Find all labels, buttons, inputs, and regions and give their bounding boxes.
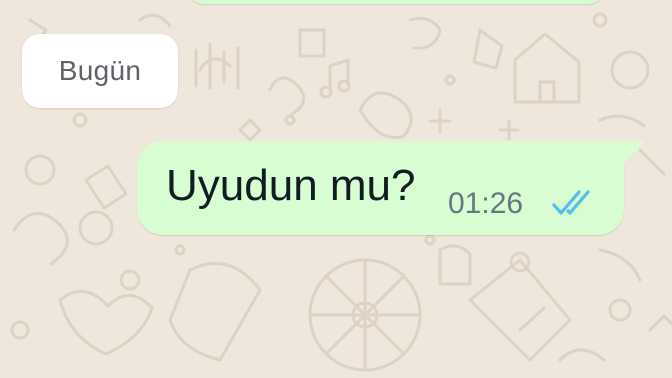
message-text: Uyudun mu?: [166, 161, 416, 210]
double-check-icon: [552, 190, 590, 215]
date-divider-label: Bugün: [58, 55, 142, 86]
date-divider-chip: Bugün: [22, 34, 178, 108]
message-timestamp: 01:26: [448, 187, 524, 220]
bubble-tail: [620, 141, 644, 163]
previous-message-bubble[interactable]: [186, 0, 606, 4]
